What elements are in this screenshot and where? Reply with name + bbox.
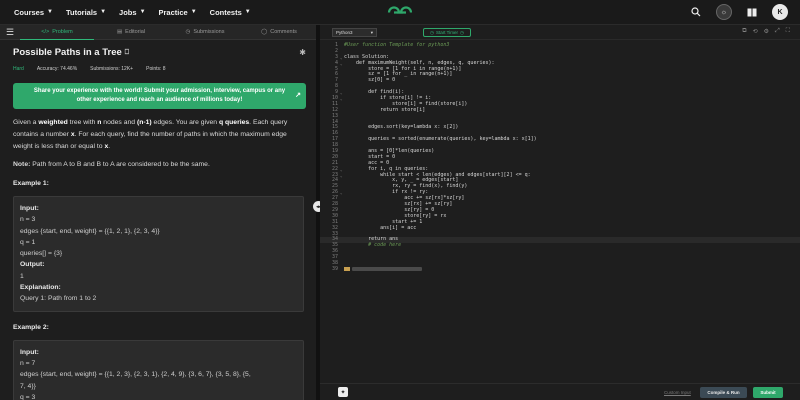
problem-panel: ☰ </> Problem ▤ Editorial ◷ Submissions ◯ Co…	[0, 25, 316, 400]
code-editor-panel: Python3 ▾ ◷ Start Timer ◷ ⧉ ⟲ ⚙ ⤢ ⛶ 1 #User …	[320, 25, 800, 400]
copy-icon[interactable]: ⧉	[742, 28, 746, 35]
clock-icon: ◷	[430, 29, 434, 35]
geeksforgeeks-logo[interactable]	[386, 5, 414, 20]
chevron-down-icon: ▼	[100, 9, 107, 15]
ghost-text-marker	[344, 266, 350, 271]
clock-icon: ◷	[460, 29, 464, 35]
chevron-down-icon: ▼	[47, 9, 53, 15]
tab-submissions[interactable]: ◷ Submissions	[168, 25, 242, 40]
example-1-heading: Example 1:	[13, 180, 49, 187]
fullscreen-icon[interactable]: ⤢	[775, 28, 780, 35]
reset-icon[interactable]: ⟲	[753, 28, 758, 35]
editor-toolbar: Python3 ▾ ◷ Start Timer ◷ ⧉ ⟲ ⚙ ⤢ ⛶	[320, 25, 800, 40]
tab-comments[interactable]: ◯ Comments	[242, 25, 316, 40]
points-stat: Points: 8	[146, 66, 166, 72]
nav-practice[interactable]: Practice ▼	[159, 8, 197, 17]
problem-title: Possible Paths in a Tree ⎕	[13, 47, 129, 58]
nav-tutorials[interactable]: Tutorials ▼	[66, 8, 106, 17]
language-select[interactable]: Python3 ▾	[332, 28, 377, 37]
custom-input-link[interactable]: Custom Input	[664, 390, 691, 395]
tab-problem[interactable]: </> Problem	[20, 25, 94, 40]
nav-right-tools: ☼ K	[688, 4, 788, 20]
accuracy-stat: Accuracy: 74.46%	[36, 66, 78, 72]
tab-editorial[interactable]: ▤ Editorial	[94, 25, 168, 40]
chevron-down-icon: ▼	[139, 9, 146, 15]
theme-toggle-icon[interactable]: ☼	[716, 4, 732, 20]
code-text: #User function Template for python3	[344, 42, 450, 48]
code-text: queries = sorted(enumerate(queries), key…	[344, 136, 537, 143]
line-number: 39	[331, 265, 338, 272]
nav-links: Courses ▼ Tutorials ▼ Jobs ▼ Practice ▼ Cont…	[14, 8, 251, 17]
comment-icon: ◯	[261, 29, 268, 35]
report-bug-icon[interactable]: ✱	[299, 48, 306, 57]
code-line[interactable]: 39	[320, 265, 800, 273]
problem-note: Note: Path from A to B and B to A are co…	[13, 161, 210, 168]
chevron-down-icon: ▾	[370, 29, 373, 35]
avatar[interactable]: K	[772, 4, 788, 20]
menu-icon[interactable]: ☰	[0, 25, 20, 40]
problem-meta: Hard Accuracy: 74.46% Submissions: 12K+ …	[13, 66, 306, 72]
bookmark-icon[interactable]: ⎕	[125, 49, 129, 57]
code-text: # code here	[344, 242, 402, 249]
problem-content: Possible Paths in a Tree ⎕ ✱ Hard Accura…	[13, 43, 306, 400]
code-icon: </>	[41, 28, 50, 35]
share-experience-banner[interactable]: Share your experience with the world! Su…	[13, 83, 306, 109]
top-navbar: Courses ▼ Tutorials ▼ Jobs ▼ Practice ▼ Cont…	[0, 0, 800, 25]
example-2-heading: Example 2:	[13, 323, 49, 331]
problem-description: Given a weighted tree with n nodes and (…	[13, 119, 288, 150]
start-timer-button[interactable]: ◷ Start Timer ◷	[423, 28, 471, 37]
code-text: return store[i]	[344, 106, 426, 113]
nav-contests[interactable]: Contests ▼	[210, 8, 251, 17]
code-text: edges.sort(key=lambda x: x[2])	[344, 124, 459, 131]
chevron-down-icon: ▼	[190, 9, 197, 15]
settings-icon[interactable]: ⚙	[764, 28, 769, 35]
editor-tools: ⧉ ⟲ ⚙ ⤢ ⛶	[742, 28, 790, 35]
example-1-box: Input: n = 3 edges {start, end, weight} …	[13, 196, 304, 312]
code-text: sz[0] = 0	[344, 77, 396, 84]
editor-bottombar: ✦ Custom Input Compile & Run Submit	[320, 383, 800, 400]
code-area[interactable]: 1 #User function Template for python3 2 3 ⌄ c…	[320, 42, 800, 371]
search-icon[interactable]	[688, 4, 704, 20]
expand-icon[interactable]: ⛶	[786, 28, 790, 35]
book-icon: ▤	[116, 29, 123, 35]
ghost-text	[352, 266, 422, 271]
submit-button[interactable]: Submit	[753, 387, 783, 398]
nav-courses[interactable]: Courses ▼	[14, 8, 53, 17]
history-icon: ◷	[185, 29, 191, 35]
problem-tabbar: ☰ </> Problem ▤ Editorial ◷ Submissions ◯ Co…	[0, 25, 316, 40]
lightbulb-icon[interactable]: ✦	[338, 387, 348, 397]
code-text: ans[i] = acc	[344, 224, 417, 231]
external-link-icon: ↗	[295, 92, 301, 99]
submissions-stat: Submissions: 12K+	[90, 66, 134, 72]
example-2-box: Input: n = 7 edges {start, end, weight} …	[13, 339, 304, 400]
notes-icon[interactable]	[744, 4, 760, 20]
compile-run-button[interactable]: Compile & Run	[700, 387, 747, 398]
chevron-down-icon: ▼	[244, 9, 251, 15]
nav-jobs[interactable]: Jobs ▼	[119, 8, 145, 17]
difficulty-badge: Hard	[13, 66, 24, 72]
